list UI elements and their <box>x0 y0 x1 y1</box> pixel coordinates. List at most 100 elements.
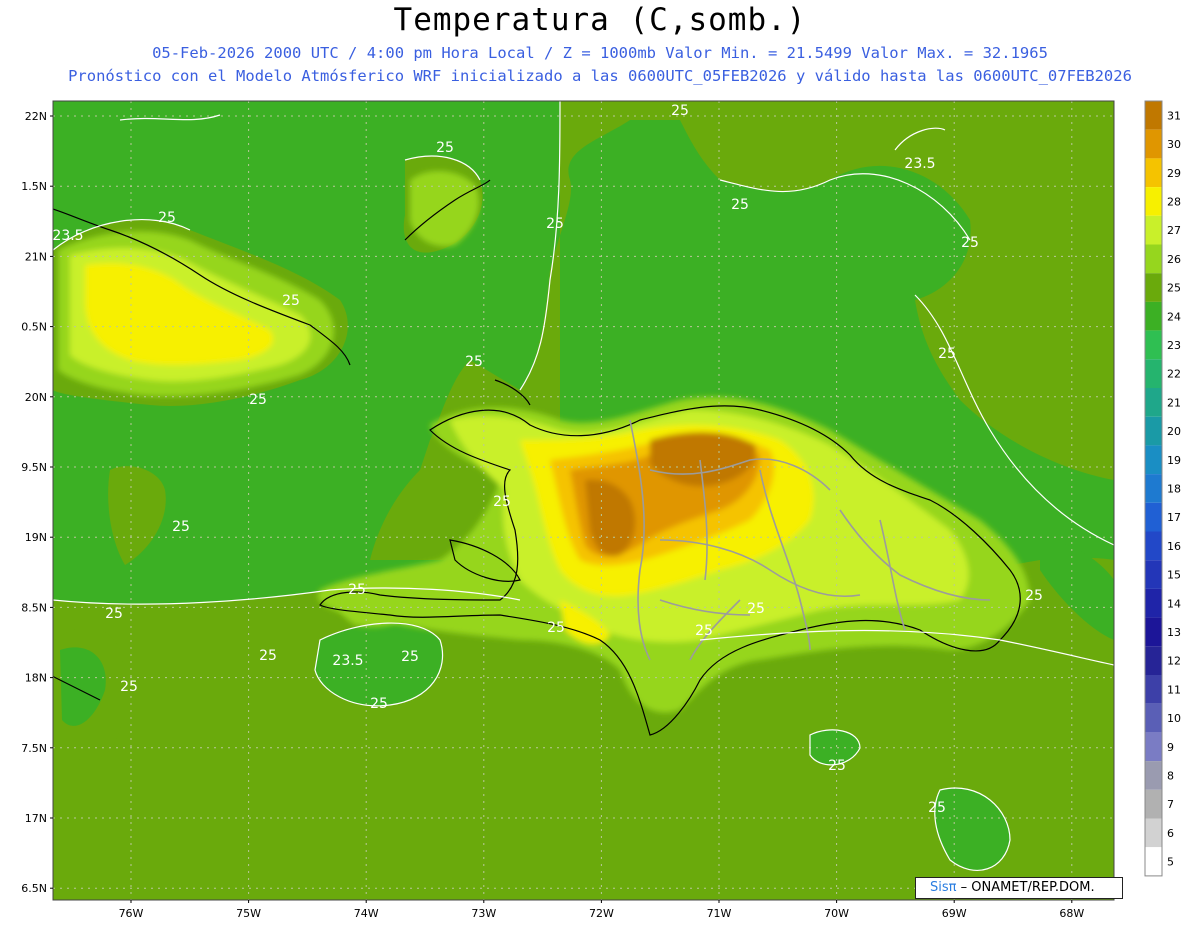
isotherm-label: 25 <box>671 103 689 119</box>
latitude-label: 17N <box>25 812 47 825</box>
latitude-label: 21N <box>25 250 47 263</box>
colorbar-swatch <box>1145 101 1162 130</box>
isotherm-label: 25 <box>172 519 190 535</box>
isotherm-label: 25 <box>105 606 123 622</box>
latitude-label: 20N <box>25 391 47 404</box>
longitude-label: 75W <box>236 907 261 920</box>
longitude-label: 70W <box>824 907 849 920</box>
isotherm-label: 25 <box>938 346 956 362</box>
onamet-logo: Sisπ – ONAMET/REP.DOM. <box>915 877 1123 899</box>
colorbar-swatch <box>1145 301 1162 331</box>
latitude-label: 22N <box>25 110 47 123</box>
colorbar-swatch <box>1145 215 1162 245</box>
colorbar-swatch <box>1145 732 1162 762</box>
isotherm-label: 25 <box>249 392 267 408</box>
colorbar-swatch <box>1145 617 1162 647</box>
colorbar-label: 30 <box>1167 138 1181 151</box>
colorbar-swatch <box>1145 474 1162 503</box>
isotherm-label: 25 <box>493 494 511 510</box>
colorbar-label: 23 <box>1167 339 1181 352</box>
colorbar-label: 8 <box>1167 769 1174 782</box>
shaded-field <box>53 101 1114 900</box>
isotherm-label: 23.5 <box>332 653 363 669</box>
longitude-label: 74W <box>354 907 379 920</box>
colorbar-swatch <box>1145 531 1162 561</box>
colorbar-swatch <box>1145 703 1162 733</box>
colorbar-label: 18 <box>1167 482 1181 495</box>
colorbar-label: 15 <box>1167 569 1181 582</box>
colorbar-label: 20 <box>1167 425 1181 438</box>
isotherm-label: 23.5 <box>52 228 83 244</box>
longitude-label: 72W <box>589 907 614 920</box>
colorbar-swatch <box>1145 789 1162 819</box>
colorbar-swatch <box>1145 244 1162 274</box>
colorbar-swatch <box>1145 646 1162 675</box>
colorbar-swatch <box>1145 330 1162 360</box>
colorbar-label: 6 <box>1167 827 1174 840</box>
latitude-axis: 22N 1.5N 21N 0.5N 20N 9.5N 19N 8.5N 18N 7.5N 17N 6.… <box>21 110 53 895</box>
isotherm-label: 25 <box>1025 588 1043 604</box>
longitude-label: 71W <box>707 907 732 920</box>
colorbar-label: 24 <box>1167 310 1181 323</box>
isotherm-label: 25 <box>401 649 419 665</box>
isotherm-label: 25 <box>436 140 454 156</box>
colorbar-swatch <box>1145 445 1162 475</box>
colorbar: 31 30 29 28 27 26 25 24 23 22 21 20 19 18 17 16 15 14 13 12… <box>1144 100 1181 877</box>
logo-text: – ONAMET/REP.DOM. <box>956 880 1095 895</box>
isotherm-label: 25 <box>282 293 300 309</box>
isotherm-label: 25 <box>370 696 388 712</box>
colorbar-swatch <box>1145 502 1162 532</box>
latitude-label: 18N <box>25 672 47 685</box>
colorbar-label: 14 <box>1167 597 1181 610</box>
colorbar-swatch <box>1145 187 1162 216</box>
temperature-map: 22N 1.5N 21N 0.5N 20N 9.5N 19N 8.5N 18N 7.5N 17N 6.… <box>21 100 1181 920</box>
colorbar-swatch <box>1145 761 1162 790</box>
longitude-axis: 76W 75W 74W 73W 72W 71W 70W 69W 68W <box>119 900 1084 920</box>
colorbar-label: 9 <box>1167 741 1174 754</box>
latitude-label: 0.5N <box>21 321 47 334</box>
colorbar-swatch <box>1145 416 1162 446</box>
longitude-label: 68W <box>1059 907 1084 920</box>
isotherm-label: 25 <box>747 601 765 617</box>
colorbar-label: 5 <box>1167 856 1174 869</box>
isotherm-label: 23.5 <box>904 156 935 172</box>
isotherm-label: 25 <box>259 648 277 664</box>
colorbar-label: 22 <box>1167 368 1181 381</box>
isotherm-label: 25 <box>158 210 176 226</box>
sispi-brand: Sisπ <box>930 880 957 895</box>
colorbar-label: 12 <box>1167 655 1181 668</box>
colorbar-label: 7 <box>1167 798 1174 811</box>
longitude-label: 73W <box>471 907 496 920</box>
latitude-label: 1.5N <box>21 180 47 193</box>
colorbar-label: 19 <box>1167 454 1181 467</box>
isotherm-label: 25 <box>348 582 366 598</box>
isotherm-label: 25 <box>120 679 138 695</box>
latitude-label: 19N <box>25 531 47 544</box>
colorbar-swatch <box>1145 818 1162 848</box>
colorbar-label: 21 <box>1167 396 1181 409</box>
colorbar-label: 16 <box>1167 540 1181 553</box>
latitude-label: 8.5N <box>21 601 47 614</box>
longitude-label: 69W <box>942 907 967 920</box>
colorbar-label: 31 <box>1167 109 1181 122</box>
isotherm-label: 25 <box>465 354 483 370</box>
colorbar-label: 26 <box>1167 253 1181 266</box>
colorbar-label: 25 <box>1167 282 1181 295</box>
colorbar-swatch <box>1145 588 1162 618</box>
isotherm-label: 25 <box>828 758 846 774</box>
colorbar-swatch <box>1145 359 1162 388</box>
colorbar-label: 17 <box>1167 511 1181 524</box>
isotherm-label: 25 <box>928 800 946 816</box>
isotherm-label: 25 <box>547 620 565 636</box>
latitude-label: 7.5N <box>21 742 47 755</box>
latitude-label: 6.5N <box>21 882 47 895</box>
colorbar-label: 28 <box>1167 195 1181 208</box>
colorbar-swatch <box>1145 273 1162 302</box>
colorbar-label: 13 <box>1167 626 1181 639</box>
colorbar-label: 29 <box>1167 167 1181 180</box>
colorbar-label: 10 <box>1167 712 1181 725</box>
latitude-label: 9.5N <box>21 461 47 474</box>
colorbar-swatch <box>1145 675 1162 704</box>
isotherm-label: 25 <box>961 235 979 251</box>
colorbar-swatch <box>1145 847 1162 876</box>
